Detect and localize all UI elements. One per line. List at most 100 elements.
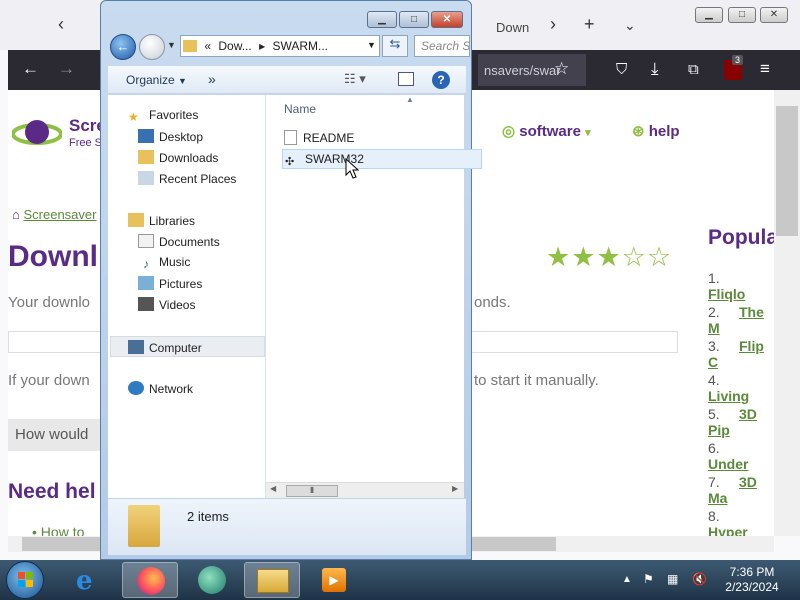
rating-stars[interactable]: ★★★☆☆ bbox=[546, 242, 672, 273]
column-label: Name bbox=[284, 102, 317, 116]
page-vertical-scrollbar[interactable] bbox=[774, 90, 800, 536]
popular-item[interactable]: 1.Fliqlo bbox=[708, 270, 774, 302]
url-bar[interactable]: nsavers/swar bbox=[478, 54, 586, 86]
taskbar-app[interactable] bbox=[184, 562, 240, 598]
star-filled-icon[interactable]: ★ bbox=[596, 242, 621, 272]
tab-downloads[interactable]: Down bbox=[472, 8, 542, 46]
scroll-left-icon[interactable]: ◀ bbox=[270, 484, 276, 493]
search-placeholder: Search S bbox=[421, 39, 470, 53]
nav-desktop[interactable]: Desktop bbox=[138, 129, 203, 144]
popular-link[interactable]: Under bbox=[708, 456, 748, 472]
popular-item[interactable]: 3. Flip C bbox=[708, 338, 774, 370]
star-empty-icon[interactable]: ☆ bbox=[647, 242, 672, 272]
recent-pages-icon[interactable]: ▼ bbox=[167, 40, 176, 50]
scroll-right-icon[interactable]: ▶ bbox=[452, 484, 458, 493]
nav-recent-places[interactable]: Recent Places bbox=[138, 171, 236, 186]
forward-arrow-icon[interactable] bbox=[139, 34, 165, 60]
popular-item[interactable]: 6.Under bbox=[708, 440, 774, 472]
help-list-item[interactable]: • How to bbox=[32, 524, 84, 536]
popular-item[interactable]: 8.Hyper bbox=[708, 508, 774, 536]
back-icon[interactable]: ← bbox=[22, 59, 39, 79]
extensions-icon[interactable]: ⧉ bbox=[688, 61, 699, 78]
search-input[interactable]: Search S bbox=[414, 35, 470, 57]
forward-icon[interactable]: → bbox=[58, 59, 75, 79]
list-tabs-icon[interactable]: ⌄ bbox=[624, 17, 636, 34]
start-button[interactable] bbox=[6, 561, 44, 599]
preview-pane-icon[interactable] bbox=[398, 72, 414, 86]
pictures-icon bbox=[138, 276, 154, 290]
popular-item[interactable]: 2. The M bbox=[708, 304, 774, 336]
scroll-thumb[interactable]: ⦀ bbox=[286, 485, 338, 497]
help-link[interactable]: How to bbox=[41, 524, 85, 536]
star-empty-icon[interactable]: ☆ bbox=[622, 242, 647, 272]
bookmark-star-icon[interactable]: ☆ bbox=[554, 59, 569, 79]
network-tray-icon[interactable]: ▦ bbox=[667, 572, 678, 586]
star-filled-icon[interactable]: ★ bbox=[546, 242, 571, 272]
tab-scroll-left-icon[interactable]: ‹ bbox=[58, 14, 64, 35]
new-tab-icon[interactable]: + bbox=[584, 14, 595, 35]
downloads-icon[interactable]: ⤓ bbox=[651, 59, 659, 79]
file-item-readme[interactable]: README bbox=[284, 130, 354, 145]
action-center-flag-icon[interactable]: ⚑ bbox=[643, 572, 654, 586]
scroll-thumb[interactable] bbox=[776, 106, 798, 236]
pocket-icon[interactable]: ⛉ bbox=[616, 61, 627, 78]
popular-link[interactable]: Hyper bbox=[708, 524, 748, 536]
taskbar-firefox[interactable] bbox=[122, 562, 178, 598]
breadcrumb-link[interactable]: Screensaver bbox=[23, 207, 96, 222]
popular-item[interactable]: 7. 3D Ma bbox=[708, 474, 774, 506]
refresh-icon[interactable]: ⇆ bbox=[382, 35, 408, 57]
taskbar-internet-explorer[interactable]: e bbox=[62, 562, 118, 598]
volume-muted-icon[interactable]: 🔇 bbox=[692, 572, 707, 586]
taskbar-media-player[interactable]: ▶ bbox=[306, 562, 362, 598]
address-bar[interactable]: « Dow... ▸ SWARM... ▼ bbox=[180, 35, 380, 57]
browser-maximize-button[interactable]: □ bbox=[728, 7, 756, 23]
nav-pictures[interactable]: Pictures bbox=[138, 276, 202, 291]
nav-label: Favorites bbox=[149, 108, 199, 122]
nav-favorites[interactable]: ★ Favorites bbox=[128, 108, 198, 124]
documents-icon bbox=[138, 234, 154, 248]
manual-link-text[interactable]: to start it manually. bbox=[474, 372, 599, 389]
videos-icon bbox=[138, 297, 154, 311]
show-hidden-icons-icon[interactable]: ▲ bbox=[622, 574, 632, 585]
explorer-toolbar: Organize ▼ » ☷ ▾ ? bbox=[108, 66, 466, 94]
nav-documents[interactable]: Documents bbox=[138, 234, 220, 249]
address-crumb[interactable]: Dow... bbox=[218, 39, 251, 53]
address-overflow[interactable]: « bbox=[204, 39, 211, 53]
address-crumb[interactable]: SWARM... bbox=[272, 39, 328, 53]
browser-minimize-button[interactable]: ▁ bbox=[695, 7, 723, 23]
download-text: Your downlo bbox=[8, 294, 91, 311]
internet-explorer-icon: e bbox=[76, 566, 93, 596]
nav-libraries[interactable]: Libraries bbox=[128, 213, 195, 228]
address-dropdown-icon[interactable]: ▼ bbox=[367, 40, 376, 50]
nav-music[interactable]: ♪ Music bbox=[138, 255, 190, 271]
popular-rank: 5. bbox=[708, 406, 720, 422]
nav-videos[interactable]: Videos bbox=[138, 297, 195, 312]
column-header-name[interactable]: Name bbox=[284, 102, 316, 116]
menu-help[interactable]: ⊛ help bbox=[632, 122, 680, 140]
breadcrumb-arrow-icon[interactable]: ▸ bbox=[259, 39, 265, 53]
popular-item[interactable]: 4.Living bbox=[708, 372, 774, 404]
back-arrow-icon[interactable]: ← bbox=[110, 34, 136, 60]
system-clock[interactable]: 7:36 PM 2/23/2024 bbox=[718, 565, 786, 595]
star-filled-icon[interactable]: ★ bbox=[571, 242, 596, 272]
explorer-maximize-button[interactable]: □ bbox=[399, 11, 429, 28]
file-item-swarm32[interactable]: ✣ SWARM32 bbox=[282, 149, 482, 169]
organize-button[interactable]: Organize ▼ bbox=[126, 73, 187, 87]
popular-item[interactable]: 5. 3D Pip bbox=[708, 406, 774, 438]
file-pane-horizontal-scrollbar[interactable]: ◀ ⦀ ▶ bbox=[266, 482, 464, 498]
explorer-close-button[interactable]: ✕ bbox=[431, 11, 463, 28]
nav-computer[interactable]: Computer bbox=[128, 340, 202, 355]
explorer-minimize-button[interactable]: ▁ bbox=[367, 11, 397, 28]
more-button[interactable]: » bbox=[208, 71, 216, 87]
view-options-icon[interactable]: ☷ ▾ bbox=[344, 71, 366, 87]
tab-scroll-right-icon[interactable]: › bbox=[550, 14, 556, 35]
taskbar-windows-explorer[interactable] bbox=[244, 562, 300, 598]
nav-downloads[interactable]: Downloads bbox=[138, 150, 218, 165]
nav-network[interactable]: Network bbox=[128, 381, 193, 396]
browser-close-button[interactable]: ✕ bbox=[760, 7, 788, 23]
popular-link[interactable]: Living bbox=[708, 388, 749, 404]
help-icon[interactable]: ? bbox=[432, 71, 450, 89]
menu-icon[interactable]: ≡ bbox=[760, 59, 770, 79]
menu-software[interactable]: ◎ software ▾ bbox=[502, 122, 591, 140]
popular-link[interactable]: Fliqlo bbox=[708, 286, 745, 302]
